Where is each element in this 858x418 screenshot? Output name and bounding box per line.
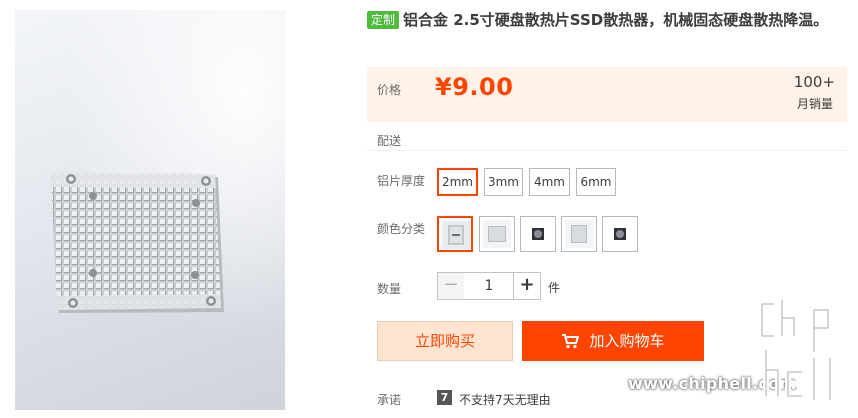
fan-icon xyxy=(524,220,552,248)
thickness-option-6mm[interactable]: 6mm xyxy=(576,168,616,196)
quantity-input[interactable] xyxy=(464,272,514,300)
monthly-sales-count: 100+ xyxy=(793,73,835,91)
quantity-label: 数量 xyxy=(377,282,402,296)
promise-label: 承诺 xyxy=(377,393,402,407)
delivery-divider xyxy=(367,150,847,151)
quantity-decrease-button[interactable]: − xyxy=(437,272,465,300)
custom-badge: 定制 xyxy=(367,11,400,29)
color-swatch-3[interactable] xyxy=(520,216,556,252)
product-title: 定制 铝合金 2.5寸硬盘散热片SSD散热器，机械固态硬盘散热降温。 xyxy=(367,10,849,31)
product-title-text: 铝合金 2.5寸硬盘散热片SSD散热器，机械固态硬盘散热降温。 xyxy=(403,11,829,29)
thickness-option-4mm[interactable]: 4mm xyxy=(529,168,570,196)
quantity-unit: 件 xyxy=(548,281,561,295)
heatsink-plain-icon xyxy=(483,220,511,248)
buy-now-button[interactable]: 立即购买 xyxy=(377,321,513,361)
delivery-label: 配送 xyxy=(377,134,402,148)
fan-icon xyxy=(606,220,634,248)
quantity-increase-button[interactable]: + xyxy=(513,272,541,300)
cart-icon xyxy=(562,334,580,349)
thickness-label: 铝片厚度 xyxy=(377,174,426,188)
color-swatch-1[interactable] xyxy=(437,216,473,252)
thickness-option-3mm[interactable]: 3mm xyxy=(484,168,523,196)
add-to-cart-button[interactable]: 加入购物车 xyxy=(522,321,704,361)
chiphell-logo-icon xyxy=(759,297,833,403)
color-swatch-4[interactable] xyxy=(561,216,597,252)
thickness-option-2mm[interactable]: 2mm xyxy=(437,168,478,196)
monthly-sales-label: 月销量 xyxy=(796,97,833,111)
heatsink-plain-icon xyxy=(565,220,593,248)
promise-text: 不支持7天无理由 xyxy=(459,393,551,407)
color-label: 颜色分类 xyxy=(377,222,426,236)
price-value: ¥9.00 xyxy=(435,73,514,101)
heatsink-photo-icon xyxy=(442,221,470,249)
add-to-cart-label: 加入购物车 xyxy=(589,332,665,350)
price-label: 价格 xyxy=(377,83,402,97)
color-swatch-2[interactable] xyxy=(479,216,515,252)
seven-day-icon: 7 xyxy=(437,390,452,405)
price-panel: 价格 ¥9.00 100+ 月销量 xyxy=(367,67,847,122)
product-photo xyxy=(15,10,285,410)
heatsink-image xyxy=(51,173,224,313)
color-swatch-5[interactable] xyxy=(602,216,638,252)
